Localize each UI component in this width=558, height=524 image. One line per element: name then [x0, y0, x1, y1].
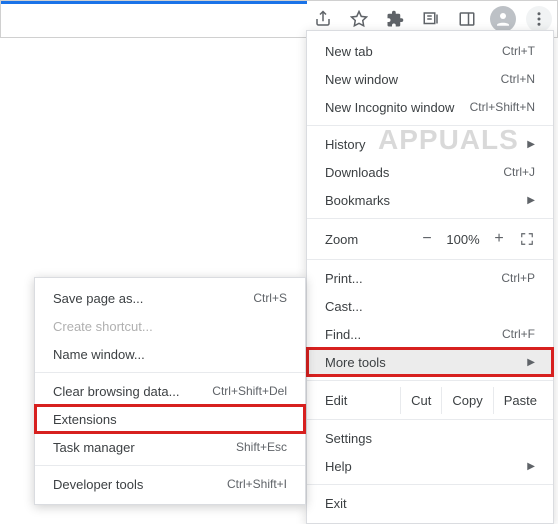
separator	[307, 484, 553, 485]
submenu-name-window[interactable]: Name window...	[35, 340, 305, 368]
separator	[307, 380, 553, 381]
menu-downloads[interactable]: Downloads Ctrl+J	[307, 158, 553, 186]
menu-accel: Ctrl+P	[501, 271, 535, 285]
separator	[307, 419, 553, 420]
star-icon[interactable]	[346, 6, 372, 32]
menu-label: Create shortcut...	[53, 319, 287, 334]
zoom-value: 100%	[441, 232, 485, 247]
menu-label: Exit	[325, 496, 535, 511]
menu-accel: Ctrl+F	[502, 327, 535, 341]
menu-accel: Ctrl+Shift+I	[227, 477, 287, 491]
kebab-menu-icon[interactable]	[526, 6, 552, 32]
menu-label: New window	[325, 72, 501, 87]
separator	[307, 259, 553, 260]
submenu-arrow-icon: ▶	[527, 357, 535, 368]
menu-label: Downloads	[325, 165, 503, 180]
separator	[35, 465, 305, 466]
menu-label: Name window...	[53, 347, 287, 362]
menu-accel: Ctrl+N	[501, 72, 535, 86]
copy-button[interactable]: Copy	[441, 387, 492, 414]
menu-label: More tools	[325, 355, 521, 370]
submenu-arrow-icon: ▶	[527, 461, 535, 472]
side-panel-icon[interactable]	[454, 6, 480, 32]
submenu-extensions[interactable]: Extensions	[35, 405, 305, 433]
menu-accel: Ctrl+Shift+N	[470, 100, 535, 114]
menu-label: Cast...	[325, 299, 535, 314]
menu-accel: Ctrl+Shift+Del	[212, 384, 287, 398]
menu-label: Help	[325, 459, 521, 474]
menu-accel: Shift+Esc	[236, 440, 287, 454]
fullscreen-button[interactable]	[513, 232, 541, 246]
zoom-label: Zoom	[325, 232, 413, 247]
submenu-clear-browsing-data[interactable]: Clear browsing data... Ctrl+Shift+Del	[35, 377, 305, 405]
menu-label: Extensions	[53, 412, 287, 427]
menu-label: Task manager	[53, 440, 236, 455]
edit-label: Edit	[325, 393, 400, 408]
menu-label: New tab	[325, 44, 502, 59]
submenu-arrow-icon: ▶	[527, 139, 535, 150]
menu-label: Clear browsing data...	[53, 384, 212, 399]
zoom-out-button[interactable]: −	[413, 230, 441, 248]
profile-avatar[interactable]	[490, 6, 516, 32]
menu-label: History	[325, 137, 521, 152]
menu-new-tab[interactable]: New tab Ctrl+T	[307, 37, 553, 65]
paste-button[interactable]: Paste	[493, 387, 547, 414]
menu-label: Save page as...	[53, 291, 253, 306]
submenu-arrow-icon: ▶	[527, 195, 535, 206]
separator	[307, 125, 553, 126]
cut-button[interactable]: Cut	[400, 387, 441, 414]
separator	[307, 218, 553, 219]
menu-more-tools[interactable]: More tools ▶	[307, 348, 553, 376]
menu-label: Settings	[325, 431, 535, 446]
share-icon[interactable]	[310, 6, 336, 32]
reading-list-icon[interactable]	[418, 6, 444, 32]
menu-label: Bookmarks	[325, 193, 521, 208]
menu-exit[interactable]: Exit	[307, 489, 553, 517]
submenu-task-manager[interactable]: Task manager Shift+Esc	[35, 433, 305, 461]
separator	[35, 372, 305, 373]
zoom-in-button[interactable]: +	[485, 230, 513, 248]
menu-edit: Edit Cut Copy Paste	[307, 385, 553, 415]
submenu-developer-tools[interactable]: Developer tools Ctrl+Shift+I	[35, 470, 305, 498]
chrome-main-menu: New tab Ctrl+T New window Ctrl+N New Inc…	[306, 30, 554, 524]
menu-accel: Ctrl+J	[503, 165, 535, 179]
menu-zoom: Zoom − 100% +	[307, 223, 553, 255]
menu-label: New Incognito window	[325, 100, 470, 115]
more-tools-submenu: Save page as... Ctrl+S Create shortcut..…	[34, 277, 306, 505]
menu-bookmarks[interactable]: Bookmarks ▶	[307, 186, 553, 214]
menu-print[interactable]: Print... Ctrl+P	[307, 264, 553, 292]
menu-find[interactable]: Find... Ctrl+F	[307, 320, 553, 348]
submenu-create-shortcut: Create shortcut...	[35, 312, 305, 340]
menu-help[interactable]: Help ▶	[307, 452, 553, 480]
menu-label: Developer tools	[53, 477, 227, 492]
menu-settings[interactable]: Settings	[307, 424, 553, 452]
menu-history[interactable]: History ▶	[307, 130, 553, 158]
menu-new-incognito[interactable]: New Incognito window Ctrl+Shift+N	[307, 93, 553, 121]
menu-accel: Ctrl+T	[502, 44, 535, 58]
menu-cast[interactable]: Cast...	[307, 292, 553, 320]
menu-label: Find...	[325, 327, 502, 342]
submenu-save-page[interactable]: Save page as... Ctrl+S	[35, 284, 305, 312]
menu-accel: Ctrl+S	[253, 291, 287, 305]
extensions-icon[interactable]	[382, 6, 408, 32]
menu-new-window[interactable]: New window Ctrl+N	[307, 65, 553, 93]
menu-label: Print...	[325, 271, 501, 286]
